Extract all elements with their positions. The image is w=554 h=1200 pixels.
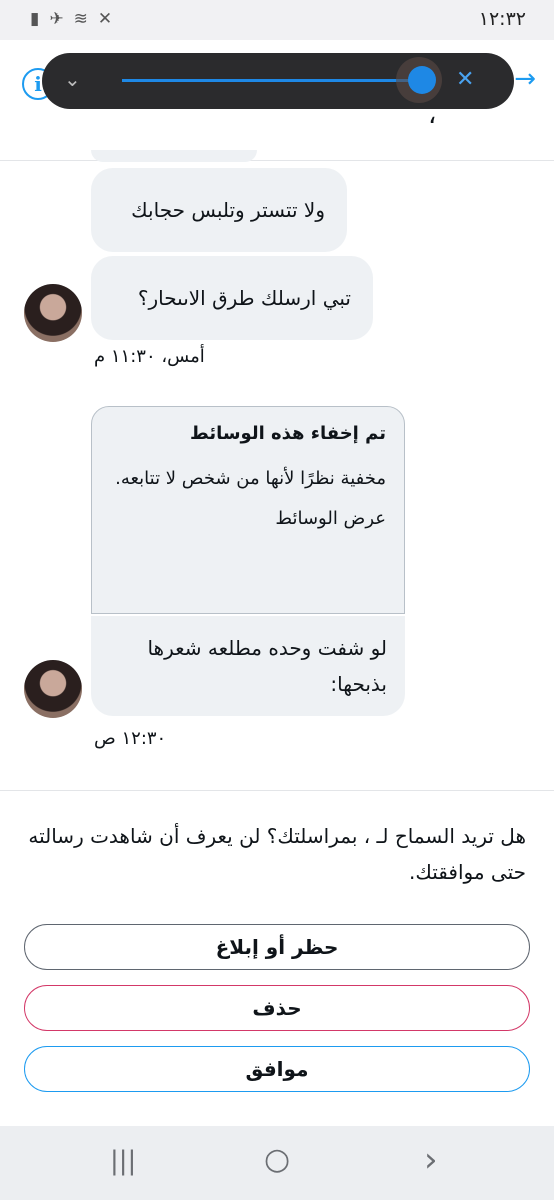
status-icons: ▮ ✈ ≋ ✕ [30,8,112,30]
message-bubble[interactable]: ولا تتستر وتلبس حجابك [91,168,347,252]
back-arrow-icon[interactable]: → [514,64,536,94]
home-icon[interactable]: ○ [264,1142,290,1177]
message-bubble[interactable]: تبي ارسلك طرق الاىىحار؟ [91,256,373,340]
volume-overlay[interactable]: ⌄ ✕ [42,53,514,109]
delete-button[interactable]: حذف [24,985,530,1031]
accept-label: موافق [245,1057,309,1081]
divider [0,790,554,791]
hidden-media-title: تم إخفاء هذه الوسائط [190,423,386,444]
message-bubble[interactable]: لو شفت وحده مطلعه شعرها بذبحها: [91,616,405,716]
info-icon: i [34,72,42,96]
view-media-link[interactable]: عرض الوسائط [110,508,386,529]
volume-slider-thumb[interactable] [408,66,436,94]
wifi-icon: ≋ [73,9,88,29]
airplane-icon: ✈ [49,9,64,29]
chevron-down-icon[interactable]: ⌄ [64,67,81,91]
message-text: لو شفت وحده مطلعه شعرها بذبحها: [147,636,387,696]
volume-mute-icon[interactable]: ✕ [456,67,474,92]
accept-button[interactable]: موافق [24,1046,530,1092]
message-bubble-fragment [91,150,257,162]
message-text: تبي ارسلك طرق الاىىحار؟ [137,286,351,310]
avatar[interactable] [24,660,82,718]
status-time: ١٢:٣٢ [478,8,526,30]
message-timestamp: أمس، ١١:٣٠ م [94,346,205,367]
hidden-media-card: تم إخفاء هذه الوسائط مخفية نظرًا لأنها م… [91,406,405,614]
message-request-prompt: هل تريد السماح لـ ، بمراسلتك؟ لن يعرف أن… [28,824,526,884]
hidden-media-body: مخفية نظرًا لأنها من شخص لا تتابعه. [115,468,386,489]
volume-slider-track[interactable] [122,79,412,82]
mute-icon: ✕ [97,9,113,29]
battery-icon: ▮ [30,9,40,29]
back-nav-icon[interactable]: › [424,1140,438,1180]
block-or-report-label: حظر أو إبلاغ [215,935,339,959]
system-navigation-bar: ||| ○ › [0,1126,554,1200]
block-or-report-button[interactable]: حظر أو إبلاغ [24,924,530,970]
message-timestamp: ١٢:٣٠ ص [94,728,167,749]
delete-label: حذف [252,996,302,1020]
status-bar: ▮ ✈ ≋ ✕ ١٢:٣٢ [0,0,554,40]
message-text: ولا تتستر وتلبس حجابك [131,198,325,222]
recent-apps-icon[interactable]: ||| [110,1146,136,1176]
avatar[interactable] [24,284,82,342]
